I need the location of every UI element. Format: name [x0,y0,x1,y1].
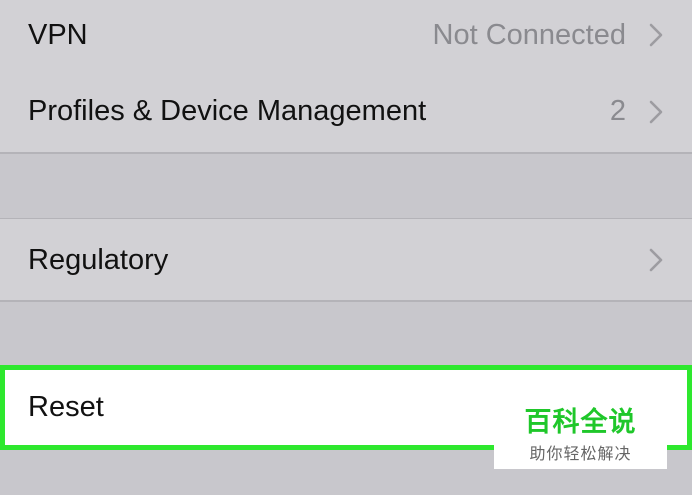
chevron-right-icon [649,248,663,272]
watermark-logo: 百科全说 助你轻松解决 [494,396,667,469]
watermark-subtitle: 助你轻松解决 [529,444,632,463]
vpn-label: VPN [28,18,88,51]
chevron-right-icon [649,23,663,47]
settings-row-regulatory[interactable]: Regulatory [0,219,692,301]
regulatory-label: Regulatory [28,243,169,276]
vpn-status-value: Not Connected [432,18,626,51]
watermark-title: 百科全说 [524,407,637,438]
reset-label: Reset [28,391,104,423]
profiles-label: Profiles & Device Management [28,95,427,127]
settings-row-profiles-device-management[interactable]: Profiles & Device Management 2 [0,70,692,153]
settings-row-vpn[interactable]: VPN Not Connected [0,0,692,70]
section-divider [0,300,692,302]
section-divider [0,152,692,154]
chevron-right-icon [649,100,663,123]
profiles-count-value: 2 [609,95,626,127]
